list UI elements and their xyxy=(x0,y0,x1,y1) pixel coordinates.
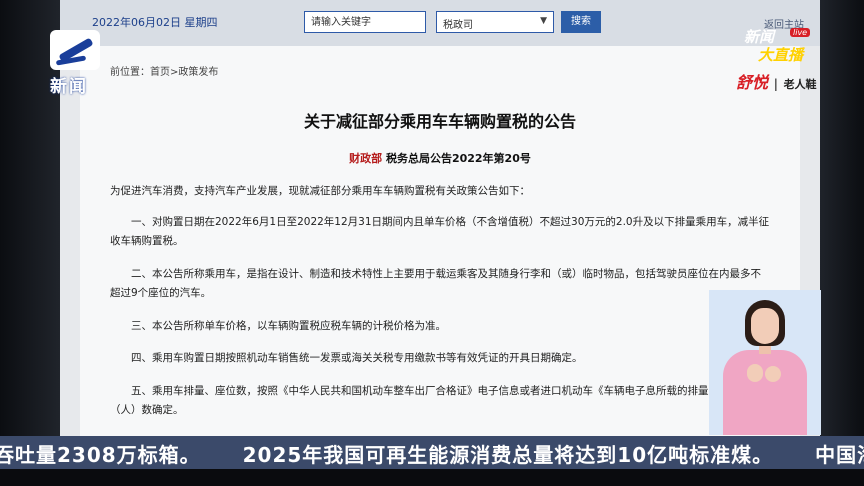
live-logo-line2: 大直播 xyxy=(758,46,804,64)
news-ticker: 吞吐量2308万标箱。 2025年我国可再生能源消费总量将达到10亿吨标准煤。 … xyxy=(0,436,864,469)
search-button[interactable]: 搜索 xyxy=(561,11,601,33)
breadcrumb-separator: > xyxy=(170,67,179,78)
channel-logo-icon xyxy=(50,30,100,70)
bottom-bar xyxy=(0,469,864,486)
site-header: 2022年06月02日 星期四 税政司 ▼ 搜索 返回主站 xyxy=(60,0,820,46)
chevron-down-icon: ▼ xyxy=(540,16,547,26)
sponsor-separator: | xyxy=(773,77,778,91)
article-clause-4: 四、乘用车购置日期按照机动车销售统一发票或海关关税专用缴款书等有效凭证的开具日期… xyxy=(131,352,583,364)
breadcrumb-label: 前位置： xyxy=(110,67,150,78)
article-clause-1: 一、对购置日期在2022年6月1日至2022年12月31日期间内且单车价格（不含… xyxy=(110,216,770,247)
breadcrumb-home[interactable]: 首页 xyxy=(150,63,170,78)
sponsor-brand: 舒悦 xyxy=(736,73,769,92)
sponsor-logo: 舒悦 | 老人鞋 xyxy=(736,69,817,93)
sponsor-product: 老人鞋 xyxy=(783,78,817,91)
department-select-value: 税政司 xyxy=(443,20,473,31)
ticker-item: 中国海警舰艇编队 xyxy=(815,443,864,467)
live-badge: live xyxy=(790,28,811,37)
article-intro: 为促进汽车消费，支持汽车产业发展，现就减征部分乘用车车辆购置税有关政策公告如下： xyxy=(110,185,530,197)
article-issuer: 财政部 税务总局公告2022年第20号 xyxy=(80,150,800,166)
header-date: 2022年06月02日 星期四 xyxy=(92,16,218,29)
breadcrumb-section[interactable]: 政策发布 xyxy=(178,63,218,78)
sign-language-interpreter xyxy=(709,290,821,435)
search-input[interactable] xyxy=(304,11,426,33)
article-clause-3: 三、本公告所称单车价格，以车辆购置税应税车辆的计税价格为准。 xyxy=(131,320,446,332)
webpage-screen: 2022年06月02日 星期四 税政司 ▼ 搜索 返回主站 前位置：首页>政策发… xyxy=(60,0,820,436)
issuer-notice-number: 税务总局公告2022年第20号 xyxy=(382,152,531,165)
channel-logo-text: 新闻 xyxy=(50,77,88,97)
channel-logo: 新闻 xyxy=(50,30,108,100)
article-panel: 前位置：首页>政策发布 关于减征部分乘用车车辆购置税的公告 财政部 税务总局公告… xyxy=(80,46,800,436)
department-select[interactable]: 税政司 ▼ xyxy=(436,11,554,33)
article-clause-2: 二、本公告所称乘用车，是指在设计、制造和技术特性上主要用于载运乘客及其随身行李和… xyxy=(110,268,761,299)
ticker-item: 吞吐量2308万标箱。 xyxy=(0,443,201,467)
ticker-item: 2025年我国可再生能源消费总量将达到10亿吨标准煤。 xyxy=(242,443,774,467)
live-program-logo: 新闻 live 大直播 xyxy=(744,26,814,66)
article-title: 关于减征部分乘用车车辆购置税的公告 xyxy=(303,112,576,131)
article-clause-5: 五、乘用车排量、座位数，按照《中华人民共和国机动车整车出厂合格证》电子信息或者进… xyxy=(110,385,761,416)
breadcrumb: 前位置：首页>政策发布 xyxy=(110,63,218,78)
right-dark-frame xyxy=(820,0,864,486)
issuer-ministry: 财政部 xyxy=(349,152,383,165)
